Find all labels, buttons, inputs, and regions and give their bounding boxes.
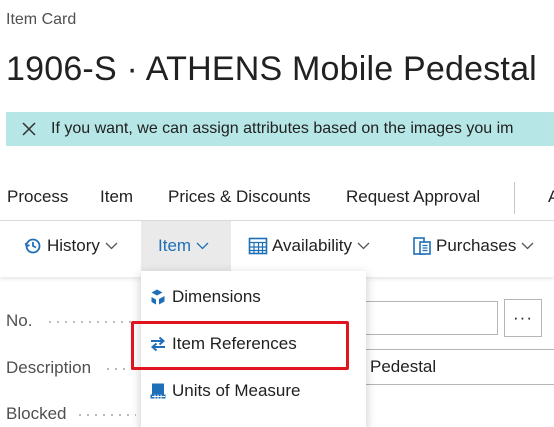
action-divider [514, 182, 515, 214]
menu-item-dimensions[interactable]: Dimensions [141, 275, 366, 319]
chevron-down-icon [521, 242, 534, 250]
chevron-down-icon [357, 242, 370, 250]
page-kind: Item Card [6, 11, 77, 28]
field-label-blocked: Blocked [6, 404, 67, 423]
subaction-item[interactable]: Item [141, 221, 231, 271]
menu-item-units-of-measure[interactable]: Units of Measure [141, 369, 366, 413]
field-label-description: Description [6, 358, 92, 377]
no-field[interactable] [364, 301, 498, 335]
banner-text: If you want, we can assign attributes ba… [51, 120, 514, 137]
sub-action-bar: History Item Availability Purchases [0, 221, 554, 277]
subaction-availability-label: Availability [272, 236, 353, 255]
dimensions-icon [147, 286, 169, 308]
subaction-history[interactable]: History [22, 221, 118, 271]
action-bar: Process Item Prices & Discounts Request … [0, 178, 554, 218]
action-request-approval[interactable]: Request Approval [346, 187, 480, 207]
history-icon [22, 235, 44, 257]
lookup-button[interactable]: ··· [504, 299, 542, 337]
action-prices-discounts[interactable]: Prices & Discounts [168, 187, 311, 207]
availability-icon [247, 235, 269, 257]
close-icon[interactable] [14, 112, 44, 146]
subaction-history-label: History [47, 236, 100, 255]
menu-item-dimensions-label: Dimensions [172, 287, 261, 306]
description-field[interactable]: Pedestal [364, 349, 554, 385]
description-value: Pedestal [370, 357, 437, 376]
action-overflow[interactable]: A [548, 187, 554, 207]
field-leader-blocked [76, 414, 136, 416]
units-of-measure-icon [147, 380, 169, 402]
subaction-purchases[interactable]: Purchases [411, 221, 534, 271]
lookup-button-label: ··· [513, 308, 533, 327]
subaction-item-label: Item [158, 236, 192, 255]
field-label-no: No. [6, 311, 33, 330]
chevron-down-icon [105, 242, 118, 250]
notification-banner: If you want, we can assign attributes ba… [6, 112, 554, 146]
highlight-box [131, 321, 349, 370]
field-leader-no [46, 321, 136, 323]
purchases-icon [411, 235, 433, 257]
subaction-availability[interactable]: Availability [247, 221, 370, 271]
page-title: 1906-S · ATHENS Mobile Pedestal [6, 50, 537, 88]
action-process[interactable]: Process [7, 187, 68, 207]
item-card-page: Item Card 1906-S · ATHENS Mobile Pedesta… [0, 0, 554, 427]
action-item[interactable]: Item [100, 187, 133, 207]
subaction-purchases-label: Purchases [436, 236, 517, 255]
menu-item-units-of-measure-label: Units of Measure [172, 381, 301, 400]
chevron-down-icon [196, 242, 209, 250]
